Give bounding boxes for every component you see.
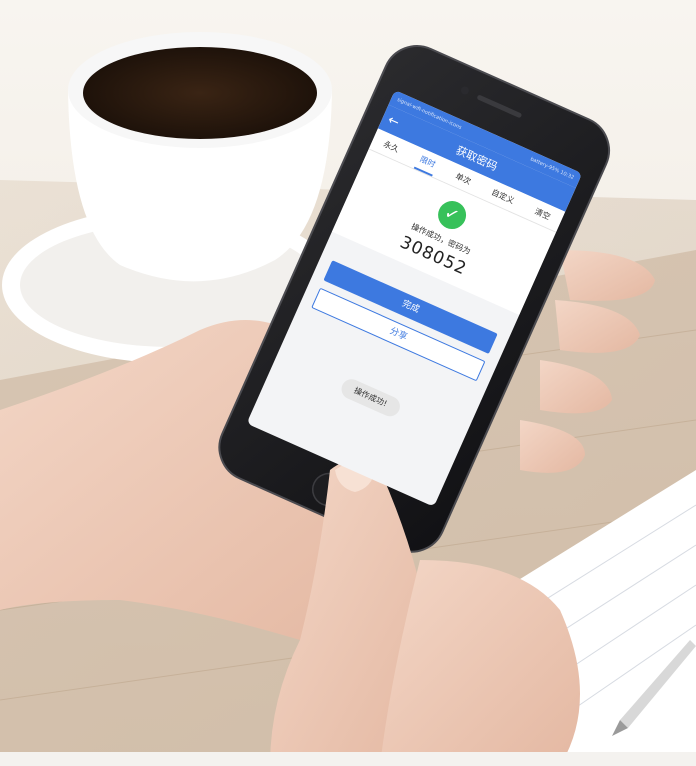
bottom-strip	[0, 752, 696, 766]
coffee-cup	[68, 32, 332, 282]
toast-message: 操作成功!	[337, 375, 403, 420]
photo-scene: signal-wifi-notification-icons battery-9…	[0, 0, 696, 766]
check-circle-icon: ✓	[433, 196, 471, 234]
